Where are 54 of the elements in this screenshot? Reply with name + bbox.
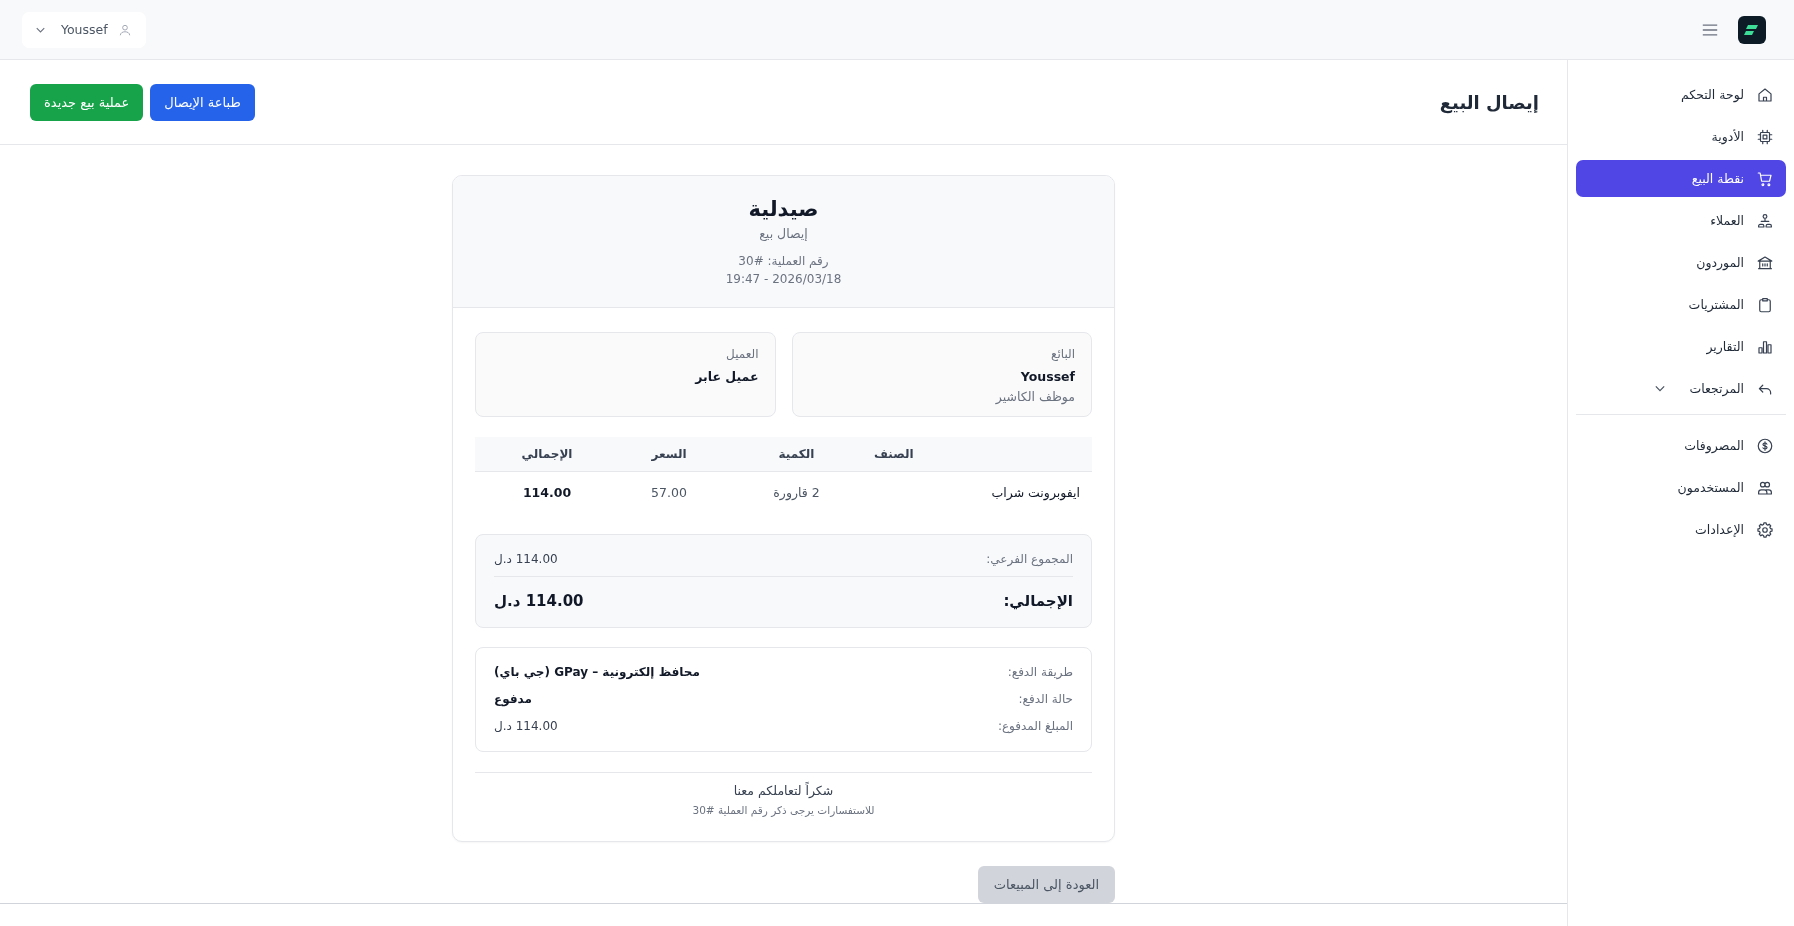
receipt-subtitle: إيصال بيع: [758, 225, 809, 243]
sidebar-item[interactable]: المصروفات: [1576, 427, 1786, 464]
sidebar-item[interactable]: المرتجعات: [1576, 370, 1786, 407]
party-name: Youssef: [1019, 368, 1075, 386]
payment-label: حالة الدفع:: [1018, 691, 1073, 708]
sidebar-item[interactable]: لوحة التحكم: [1576, 76, 1786, 113]
dollar-icon: [1756, 436, 1774, 455]
cart-icon: [1756, 169, 1774, 188]
subtotal-label: المجموع الفرعي:: [986, 551, 1073, 569]
logo-icon: [1738, 15, 1766, 44]
chevron-down-icon: [36, 26, 45, 33]
user-menu-button[interactable]: Youssef: [22, 11, 146, 48]
sidebar-item[interactable]: العملاء: [1576, 202, 1786, 239]
table-cell-text: 57.00: [650, 484, 688, 502]
user-icon: [117, 22, 132, 37]
subtotal-value: 114.00 د.ل: [494, 551, 558, 568]
total-value: 114.00 د.ل: [494, 591, 584, 612]
table-cell-text: ايفوبرونت شراب: [990, 484, 1081, 503]
column-header: الصنف: [874, 446, 915, 463]
settings-icon: [1756, 520, 1774, 539]
back-button[interactable]: العودة إلى المبيعات: [977, 866, 1115, 903]
sidebar-item[interactable]: الأدوية: [1576, 118, 1786, 155]
chip-icon: [1756, 127, 1774, 146]
sidebar-item[interactable]: المستخدمون: [1576, 469, 1786, 506]
sidebar-item[interactable]: الإعدادات: [1576, 511, 1786, 548]
thanks-message: شكراً لتعاملكم معنا: [732, 781, 835, 800]
column-header: السعر: [650, 446, 688, 463]
party-label: البائع: [1050, 346, 1075, 363]
party-label: العميل: [725, 346, 759, 363]
column-header: الكمية: [777, 446, 816, 463]
people-icon: [1756, 211, 1774, 230]
clipboard-icon: [1756, 295, 1774, 314]
payment-value: 114.00 د.ل: [494, 718, 558, 735]
sidebar-item[interactable]: الموردون: [1576, 244, 1786, 281]
store-name: صيدلية: [747, 196, 820, 223]
party-name: عميل عابر: [693, 368, 759, 386]
party-role: موظف الكاشير: [994, 388, 1075, 407]
action-button[interactable]: طباعة الإيصال: [150, 83, 255, 121]
table-cell-text: 2 قارورة: [772, 484, 821, 503]
transaction-number: رقم العملية: #30: [737, 253, 830, 270]
receipt-date: 2026/03/18 - 19:47: [724, 271, 843, 288]
sidebar-item[interactable]: التقارير: [1576, 328, 1786, 365]
page-title: إيصال البيع: [1439, 91, 1539, 113]
table-cell-text: 114.00: [521, 484, 573, 502]
sidebar-item[interactable]: نقطة البيع: [1576, 160, 1786, 197]
sidebar-item[interactable]: المشتريات: [1576, 286, 1786, 323]
total-label: الإجمالي:: [1003, 591, 1073, 612]
payment-value: مدفوع: [494, 691, 532, 709]
column-header: الإجمالي: [520, 446, 574, 463]
payment-label: المبلغ المدفوع:: [997, 718, 1073, 735]
receipt-note: للاستفسارات يرجى ذكر رقم العملية #30: [691, 803, 876, 819]
menu-icon[interactable]: [1702, 23, 1718, 36]
payment-label: طريقة الدفع:: [1007, 664, 1073, 681]
payment-value: محافظ إلكترونية – GPay (جي باي): [494, 664, 700, 682]
